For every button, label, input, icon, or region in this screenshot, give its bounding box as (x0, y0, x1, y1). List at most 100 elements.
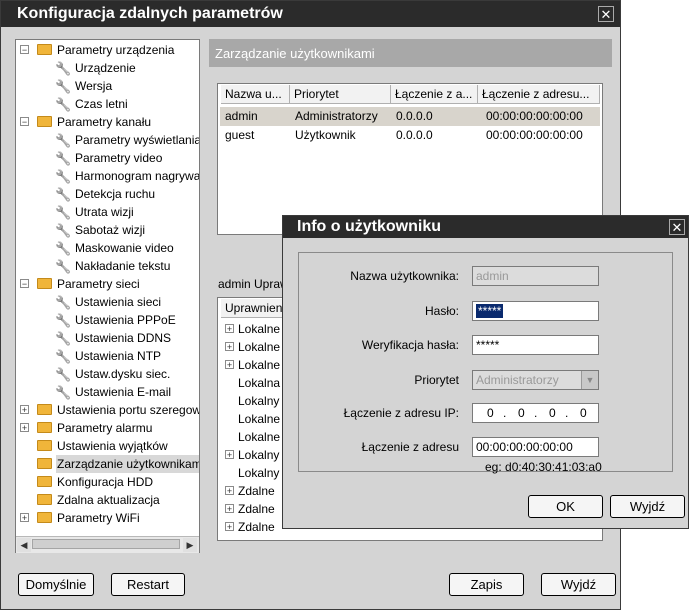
permission-item[interactable]: Zdalna konfiguracja (218, 536, 598, 540)
tree-node-folder[interactable]: − Parametry sieci (16, 275, 199, 293)
collapse-icon[interactable]: − (20, 117, 29, 127)
tree-node-label: Wersja (75, 79, 113, 93)
table-row[interactable]: admin Administratorzy 0.0.0.0 00:00:00:00:0… (220, 107, 600, 126)
wrench-icon: 🔧 (55, 133, 72, 148)
table-cell: 00:00:00:00:00:00 (486, 109, 583, 123)
wrench-icon: 🔧 (55, 79, 72, 94)
mac-address-field[interactable]: 00:00:00:00:00:00 (472, 437, 599, 457)
username-label: Nazwa użytkownika: (350, 269, 459, 283)
tree-node-item[interactable]: 🔧 Nakładanie tekstu (16, 257, 199, 275)
password-field[interactable]: ***** (472, 301, 599, 321)
wrench-icon: 🔧 (55, 97, 72, 112)
settings-tree: − Parametry urządzenia 🔧 Urządzenie 🔧 Wersja 🔧… (15, 39, 200, 553)
dialog-exit-button[interactable]: Wyjdź (610, 495, 685, 518)
expand-icon[interactable]: + (225, 450, 234, 460)
restart-button[interactable]: Restart (111, 573, 185, 596)
ip-octet-2[interactable]: 0 (518, 404, 525, 422)
table-row[interactable]: guest Użytkownik 0.0.0.0 00:00:00:00:00:00 (220, 126, 600, 145)
scroll-left-arrow-icon[interactable]: ◀ (17, 538, 31, 552)
tree-node-label: Parametry kanału (57, 115, 152, 129)
save-button[interactable]: Zapis (449, 573, 524, 596)
tree-node-label: Harmonogram nagrywania (75, 169, 200, 183)
column-header[interactable]: Nazwa u... (221, 85, 290, 104)
tree-node-item[interactable]: 🔧 Parametry video (16, 149, 199, 167)
mac-example-hint: eg: d0:40:30:41:03:a0 (485, 460, 602, 474)
verify-password-field[interactable]: ***** (472, 335, 599, 355)
expand-icon[interactable]: + (225, 360, 234, 370)
expand-icon[interactable]: + (225, 504, 234, 514)
folder-icon (37, 116, 52, 127)
expand-icon[interactable]: + (20, 405, 29, 415)
permission-label: Zdalne (238, 520, 275, 534)
tree-node-item[interactable]: 🔧 Utrata wizji (16, 203, 199, 221)
table-cell: Administratorzy (295, 109, 378, 123)
default-button[interactable]: Domyślnie (18, 573, 94, 596)
permission-label: Lokalne (238, 430, 281, 444)
column-header[interactable]: Łączenie z adresu... (478, 85, 600, 104)
ip-octet-1[interactable]: 0 (487, 404, 494, 422)
column-header[interactable]: Priorytet (290, 85, 391, 104)
collapse-icon[interactable]: − (20, 45, 29, 55)
tree-node-label: Sabotaż wizji (75, 223, 146, 237)
tree-node-folder[interactable]: Zarządzanie użytkownikami (16, 455, 199, 473)
tree-node-folder[interactable]: + Parametry WiFi (16, 509, 199, 527)
tree-node-folder[interactable]: − Parametry kanału (16, 113, 199, 131)
table-cell: 00:00:00:00:00:00 (486, 128, 583, 142)
expand-icon[interactable]: + (225, 522, 234, 532)
expand-icon[interactable]: + (20, 423, 29, 433)
tree-node-item[interactable]: 🔧 Ustawienia NTP (16, 347, 199, 365)
wrench-icon: 🔧 (55, 241, 72, 256)
ip-octet-4[interactable]: 0 (580, 404, 587, 422)
permission-label: Lokalny (238, 394, 280, 408)
expand-icon[interactable]: + (225, 342, 234, 352)
table-cell: guest (225, 128, 255, 142)
tree-node-label: Ustaw.dysku siec. (75, 367, 171, 381)
tree-node-item[interactable]: 🔧 Ustawienia DDNS (16, 329, 199, 347)
tree-node-item[interactable]: 🔧 Detekcja ruchu (16, 185, 199, 203)
tree-node-item[interactable]: 🔧 Ustawienia sieci (16, 293, 199, 311)
ip-address-field[interactable]: 0 . 0 . 0 . 0 (472, 403, 599, 423)
tree-node-folder[interactable]: + Ustawienia portu szeregowego (16, 401, 199, 419)
ok-button[interactable]: OK (528, 495, 603, 518)
permission-label: Lokalne (238, 322, 281, 336)
tree-node-item[interactable]: 🔧 Czas letni (16, 95, 199, 113)
exit-button[interactable]: Wyjdź (541, 573, 616, 596)
tree-node-item[interactable]: 🔧 Maskowanie video (16, 239, 199, 257)
tree-node-item[interactable]: 🔧 Parametry wyświetlania (16, 131, 200, 149)
dialog-close-icon[interactable]: ✕ (669, 219, 685, 235)
tree-node-item[interactable]: 🔧 Urządzenie (16, 59, 199, 77)
tree-node-item[interactable]: 🔧 Sabotaż wizji (16, 221, 199, 239)
wrench-icon: 🔧 (55, 61, 72, 76)
tree-node-item[interactable]: 🔧Harmonogram nagrywania (16, 167, 200, 185)
tree-node-item[interactable]: 🔧 Ustaw.dysku siec. (16, 365, 199, 383)
collapse-icon[interactable]: − (20, 279, 29, 289)
expand-icon[interactable]: + (20, 513, 29, 523)
tree-node-item[interactable]: 🔧 Wersja (16, 77, 199, 95)
permission-label: Lokalne (238, 340, 281, 354)
tree-node-item[interactable]: 🔧 Ustawienia PPPoE (16, 311, 199, 329)
tree-node-folder[interactable]: Ustawienia wyjątków (16, 437, 199, 455)
tree-node-item[interactable]: 🔧 Ustawienia E-mail (16, 383, 199, 401)
tree-node-label: Ustawienia DDNS (75, 331, 172, 345)
tree-node-label: Parametry wyświetlania (75, 133, 200, 147)
column-header[interactable]: Łączenie z a... (391, 85, 478, 104)
permission-label: Lokalny (238, 466, 280, 480)
tree-node-label: Urządzenie (75, 61, 136, 75)
tree-node-folder[interactable]: Zdalna aktualizacja (16, 491, 199, 509)
expand-icon[interactable]: + (225, 486, 234, 496)
permission-label: Zdalne (238, 484, 275, 498)
permissions-caption: admin Upraw (218, 277, 289, 291)
tree-node-label: Ustawienia sieci (75, 295, 162, 309)
scrollbar-thumb[interactable] (32, 539, 180, 549)
ip-octet-3[interactable]: 0 (549, 404, 556, 422)
close-icon[interactable]: ✕ (598, 6, 614, 22)
tree-node-folder[interactable]: Konfiguracja HDD (16, 473, 199, 491)
scroll-right-arrow-icon[interactable]: ▶ (183, 538, 197, 552)
tree-horizontal-scrollbar[interactable]: ◀ ▶ (16, 536, 199, 553)
tree-node-label: Czas letni (75, 97, 128, 111)
expand-icon[interactable]: + (225, 324, 234, 334)
tree-node-folder[interactable]: + Parametry alarmu (16, 419, 199, 437)
tree-node-folder[interactable]: − Parametry urządzenia (16, 41, 199, 59)
ip-dot: . (534, 406, 538, 420)
wrench-icon: 🔧 (55, 295, 72, 310)
